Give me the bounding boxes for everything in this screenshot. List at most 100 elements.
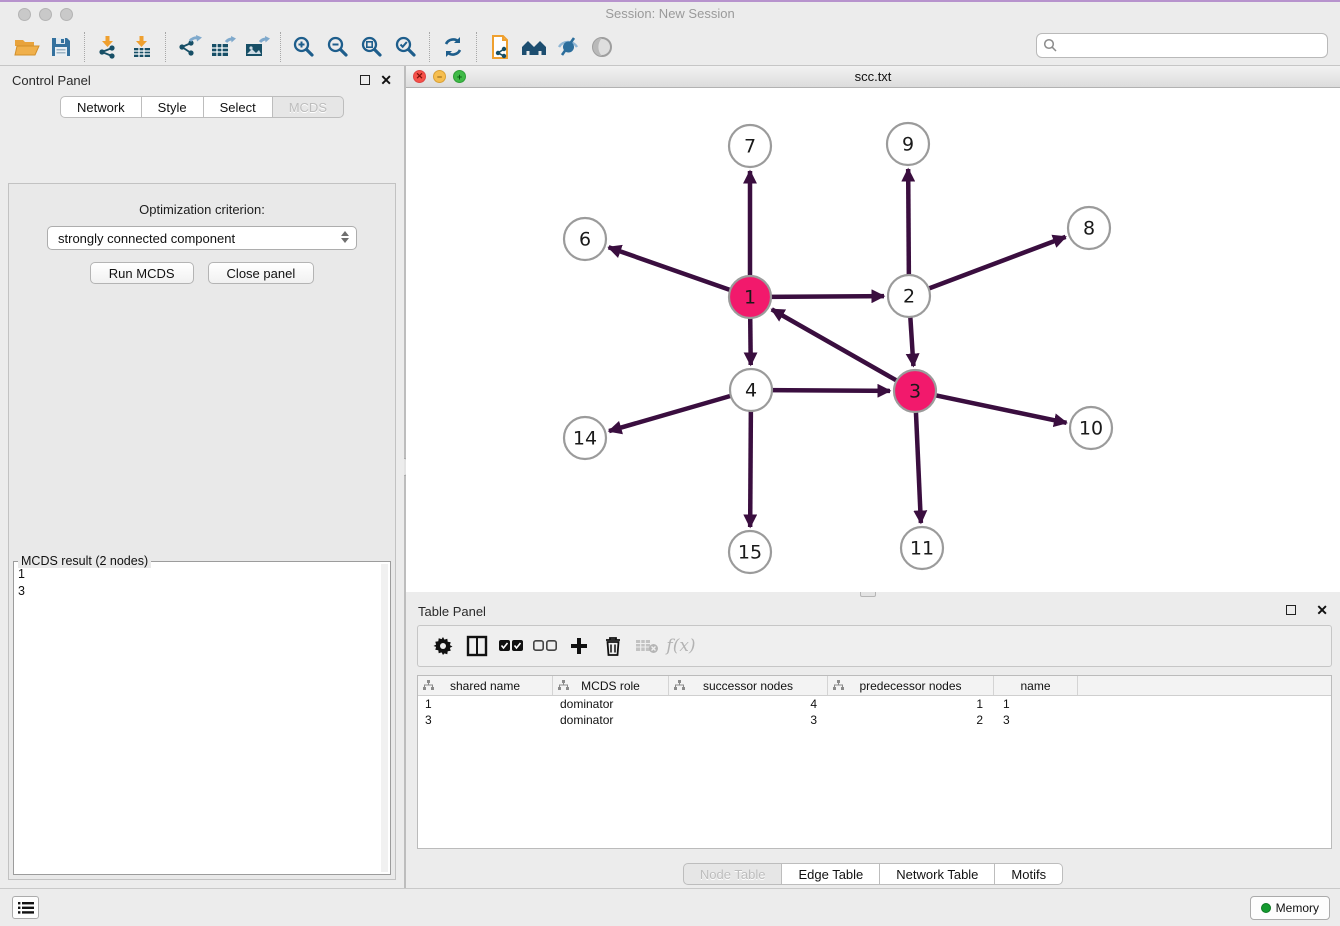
maximize-network-icon[interactable]: +: [453, 70, 466, 83]
edge-3-1[interactable]: [772, 309, 900, 382]
tab-mcds[interactable]: MCDS: [273, 96, 344, 118]
edge-3-10[interactable]: [933, 395, 1067, 423]
edge-1-4[interactable]: [750, 315, 751, 365]
column-header-mcds-role[interactable]: MCDS role: [553, 676, 669, 695]
close-panel-button[interactable]: Close panel: [208, 262, 315, 284]
mcds-result-text: 1 3: [18, 566, 380, 872]
zoom-out-button[interactable]: [321, 32, 355, 62]
edge-1-2[interactable]: [768, 296, 884, 297]
edge-4-3[interactable]: [769, 390, 890, 391]
show-all-columns-button[interactable]: [496, 631, 526, 661]
refresh-view-button[interactable]: [436, 32, 470, 62]
network-canvas[interactable]: 7 9 6 8 1 2 4 3 14 10 15 11: [406, 88, 1340, 592]
node-2[interactable]: 2: [888, 275, 930, 317]
tab-network[interactable]: Network: [60, 96, 142, 118]
table-cell[interactable]: 3: [994, 712, 1078, 728]
table-cell[interactable]: dominator: [553, 712, 669, 728]
create-column-button[interactable]: [564, 631, 594, 661]
table-cell[interactable]: 3: [418, 712, 553, 728]
edge-1-6[interactable]: [609, 247, 733, 291]
table-options-button[interactable]: [428, 631, 458, 661]
node-3[interactable]: 3: [894, 370, 936, 412]
tab-network-table[interactable]: Network Table: [880, 863, 995, 885]
tab-motifs[interactable]: Motifs: [995, 863, 1063, 885]
export-image-button[interactable]: [240, 32, 274, 62]
node-9[interactable]: 9: [887, 123, 929, 165]
save-session-button[interactable]: [44, 32, 78, 62]
edge-4-14[interactable]: [609, 395, 734, 431]
table-cell[interactable]: 2: [828, 712, 994, 728]
hide-graphics-button[interactable]: [551, 32, 585, 62]
show-graphics-details-button[interactable]: [585, 32, 619, 62]
table-mode-button[interactable]: [462, 631, 492, 661]
zoom-selected-icon: [394, 35, 418, 59]
zoom-fit-button[interactable]: [355, 32, 389, 62]
memory-button[interactable]: Memory: [1250, 896, 1330, 920]
search-input[interactable]: [1036, 33, 1328, 58]
column-header-successor-nodes[interactable]: successor nodes: [669, 676, 828, 695]
memory-label: Memory: [1276, 901, 1319, 915]
control-panel-header: Control Panel ✕: [0, 66, 404, 94]
column-header-predecessor-nodes[interactable]: predecessor nodes: [828, 676, 994, 695]
table-cell[interactable]: 4: [669, 696, 828, 712]
table-row[interactable]: 3dominator323: [418, 712, 1331, 728]
export-network-button[interactable]: [172, 32, 206, 62]
table-cell[interactable]: 1: [994, 696, 1078, 712]
function-builder-button[interactable]: f(x): [666, 631, 696, 661]
node-label: 9: [902, 134, 914, 156]
close-network-icon[interactable]: ✕: [413, 70, 426, 83]
edge-3-11[interactable]: [916, 409, 921, 523]
task-history-button[interactable]: [12, 896, 39, 919]
close-panel-icon[interactable]: ✕: [1316, 605, 1328, 615]
node-11[interactable]: 11: [901, 527, 943, 569]
tab-style[interactable]: Style: [142, 96, 204, 118]
minimize-network-icon[interactable]: −: [433, 70, 446, 83]
node-6[interactable]: 6: [564, 218, 606, 260]
column-header-name[interactable]: name: [994, 676, 1078, 695]
optimization-criterion-select[interactable]: strongly connected component: [47, 226, 357, 250]
network-window-traffic-lights[interactable]: ✕ − +: [413, 70, 466, 83]
tab-select[interactable]: Select: [204, 96, 273, 118]
float-panel-icon[interactable]: [360, 75, 370, 85]
close-panel-icon[interactable]: ✕: [380, 75, 392, 85]
node-14[interactable]: 14: [564, 417, 606, 459]
table-row[interactable]: 1dominator411: [418, 696, 1331, 712]
node-7[interactable]: 7: [729, 125, 771, 167]
import-table-button[interactable]: [125, 32, 159, 62]
open-session-button[interactable]: [10, 32, 44, 62]
delete-table-button[interactable]: [632, 631, 662, 661]
edge-2-8[interactable]: [926, 237, 1066, 290]
column-label: MCDS role: [581, 679, 640, 693]
scrollbar[interactable]: [381, 564, 388, 872]
hide-all-columns-button[interactable]: [530, 631, 560, 661]
edge-2-3[interactable]: [910, 314, 913, 366]
node-10[interactable]: 10: [1070, 407, 1112, 449]
node-1[interactable]: 1: [729, 276, 771, 318]
edge-2-9[interactable]: [908, 169, 909, 278]
select-all-columns-icon: [499, 639, 523, 653]
table-cell[interactable]: 3: [669, 712, 828, 728]
zoom-selected-button[interactable]: [389, 32, 423, 62]
edge-4-15[interactable]: [750, 408, 751, 527]
home-layout-button[interactable]: [517, 32, 551, 62]
task-list-icon: [18, 901, 34, 915]
zoom-in-button[interactable]: [287, 32, 321, 62]
network-from-file-button[interactable]: [483, 32, 517, 62]
tab-node-table[interactable]: Node Table: [683, 863, 783, 885]
node-4[interactable]: 4: [730, 369, 772, 411]
node-15[interactable]: 15: [729, 531, 771, 573]
table-panel: Table Panel ✕: [406, 597, 1340, 888]
table-cell[interactable]: 1: [418, 696, 553, 712]
float-panel-icon[interactable]: [1286, 605, 1296, 615]
run-mcds-button[interactable]: Run MCDS: [90, 262, 194, 284]
delete-column-button[interactable]: [598, 631, 628, 661]
tab-edge-table[interactable]: Edge Table: [782, 863, 880, 885]
export-table-button[interactable]: [206, 32, 240, 62]
column-header-shared-name[interactable]: shared name: [418, 676, 553, 695]
table-cell[interactable]: 1: [828, 696, 994, 712]
node-8[interactable]: 8: [1068, 207, 1110, 249]
network-window-titlebar[interactable]: ✕ − + scc.txt: [406, 66, 1340, 88]
import-network-button[interactable]: [91, 32, 125, 62]
table-cell[interactable]: dominator: [553, 696, 669, 712]
save-icon: [50, 36, 72, 58]
